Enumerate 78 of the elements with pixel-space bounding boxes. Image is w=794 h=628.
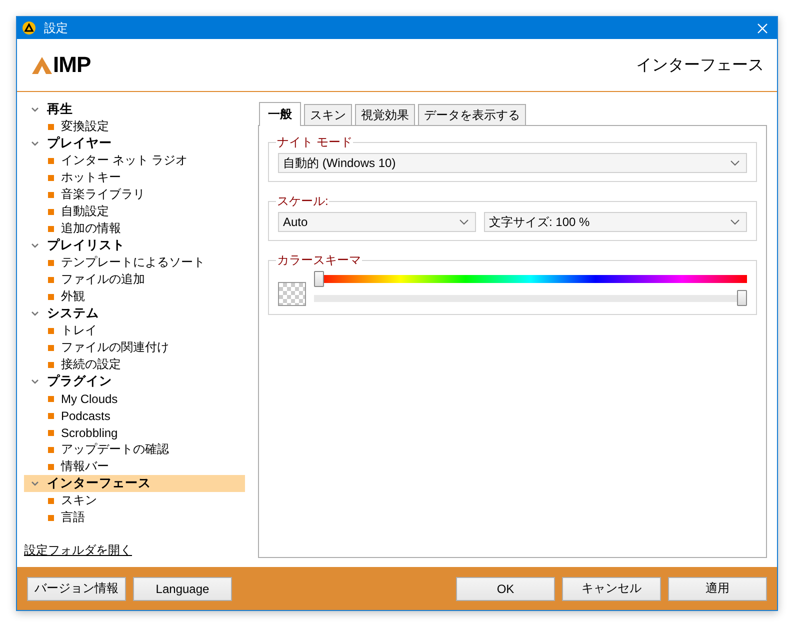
tree-item[interactable]: ファイルの追加 xyxy=(24,271,245,288)
square-bullet-icon xyxy=(48,464,54,470)
square-bullet-icon xyxy=(48,192,54,198)
chevron-down-icon xyxy=(31,379,39,384)
square-bullet-icon xyxy=(48,260,54,266)
tree-item[interactable]: 言語 xyxy=(24,509,245,526)
square-bullet-icon xyxy=(48,412,54,418)
slider-thumb[interactable] xyxy=(737,290,747,306)
tree-item[interactable]: インター ネット ラジオ xyxy=(24,152,245,169)
group-label: カラースキーマ xyxy=(276,252,362,269)
tab[interactable]: 視覚効果 xyxy=(355,104,415,125)
square-bullet-icon xyxy=(48,328,54,334)
tree-group[interactable]: プラグイン xyxy=(24,373,245,390)
tree-item[interactable]: ファイルの関連付け xyxy=(24,339,245,356)
close-icon xyxy=(756,22,768,34)
triangle-logo-icon xyxy=(32,56,52,74)
tree-item[interactable]: ホットキー xyxy=(24,169,245,186)
dropdown[interactable]: 文字サイズ: 100 % xyxy=(484,212,747,232)
tree-item[interactable]: スキン xyxy=(24,492,245,509)
square-bullet-icon xyxy=(48,498,54,504)
dialog-button[interactable]: キャンセル xyxy=(562,576,661,600)
chevron-down-icon xyxy=(31,481,39,486)
group-label: スケール: xyxy=(276,193,330,210)
group-label: ナイト モード xyxy=(276,134,354,151)
tree-item[interactable]: 情報バー xyxy=(24,458,245,475)
tree-group[interactable]: システム xyxy=(24,305,245,322)
window-title: 設定 xyxy=(44,20,69,36)
section-title: インターフェース xyxy=(636,56,764,76)
chevron-down-icon xyxy=(730,160,740,166)
app-icon xyxy=(22,21,36,35)
tab[interactable]: スキン xyxy=(304,104,352,125)
tree-group[interactable]: 再生 xyxy=(24,101,245,118)
tree-item[interactable]: トレイ xyxy=(24,322,245,339)
square-bullet-icon xyxy=(48,446,54,452)
square-bullet-icon xyxy=(48,344,54,350)
dropdown[interactable]: 自動的 (Windows 10) xyxy=(278,153,747,173)
tree-item[interactable]: 変換設定 xyxy=(24,118,245,135)
transparency-swatch xyxy=(278,282,306,306)
tree-item[interactable]: アップデートの確認 xyxy=(24,441,245,458)
square-bullet-icon xyxy=(48,208,54,214)
tab[interactable]: データを表示する xyxy=(418,104,526,125)
chevron-down-icon xyxy=(31,107,39,112)
square-bullet-icon xyxy=(48,514,54,520)
square-bullet-icon xyxy=(48,226,54,232)
open-folder-link[interactable]: 設定フォルダを開く xyxy=(24,542,132,559)
chevron-down-icon xyxy=(730,219,740,225)
square-bullet-icon xyxy=(48,276,54,282)
tree-group[interactable]: プレイリスト xyxy=(24,237,245,254)
tree-item[interactable]: My Clouds xyxy=(24,390,245,407)
tree-item[interactable]: 接続の設定 xyxy=(24,356,245,373)
chevron-down-icon xyxy=(31,141,39,146)
logo-text: IMP xyxy=(53,52,91,78)
square-bullet-icon xyxy=(48,362,54,368)
dialog-button[interactable]: Language xyxy=(133,576,232,600)
tree-item[interactable]: 追加の情報 xyxy=(24,220,245,237)
square-bullet-icon xyxy=(48,158,54,164)
square-bullet-icon xyxy=(48,124,54,130)
slider-thumb[interactable] xyxy=(314,271,324,287)
chevron-down-icon xyxy=(31,311,39,316)
dialog-button[interactable]: OK xyxy=(456,576,555,600)
dialog-button[interactable]: 適用 xyxy=(668,576,767,600)
dialog-button[interactable]: バージョン情報 xyxy=(27,576,126,600)
dropdown[interactable]: Auto xyxy=(278,212,476,232)
square-bullet-icon xyxy=(48,294,54,300)
tree-item[interactable]: Podcasts xyxy=(24,407,245,424)
square-bullet-icon xyxy=(48,396,54,402)
tree-group[interactable]: インターフェース xyxy=(24,475,245,492)
chevron-down-icon xyxy=(31,243,39,248)
square-bullet-icon xyxy=(48,430,54,436)
tab[interactable]: 一般 xyxy=(259,102,301,126)
square-bullet-icon xyxy=(48,174,54,180)
tree-item[interactable]: テンプレートによるソート xyxy=(24,254,245,271)
tree-item[interactable]: Scrobbling xyxy=(24,424,245,441)
tree-item[interactable]: 外観 xyxy=(24,288,245,305)
chevron-down-icon xyxy=(459,219,469,225)
tree-group[interactable]: プレイヤー xyxy=(24,135,245,152)
tree-item[interactable]: 音楽ライブラリ xyxy=(24,186,245,203)
tree-item[interactable]: 自動設定 xyxy=(24,203,245,220)
